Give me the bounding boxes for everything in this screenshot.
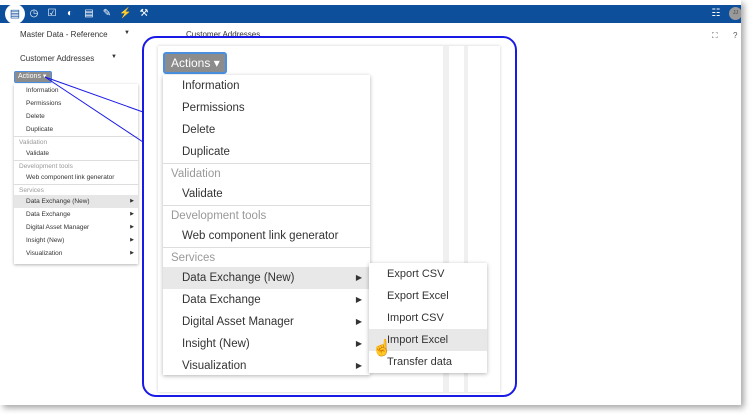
callout-line xyxy=(44,76,144,143)
callout-lines xyxy=(44,76,144,143)
callout-line xyxy=(44,76,144,113)
